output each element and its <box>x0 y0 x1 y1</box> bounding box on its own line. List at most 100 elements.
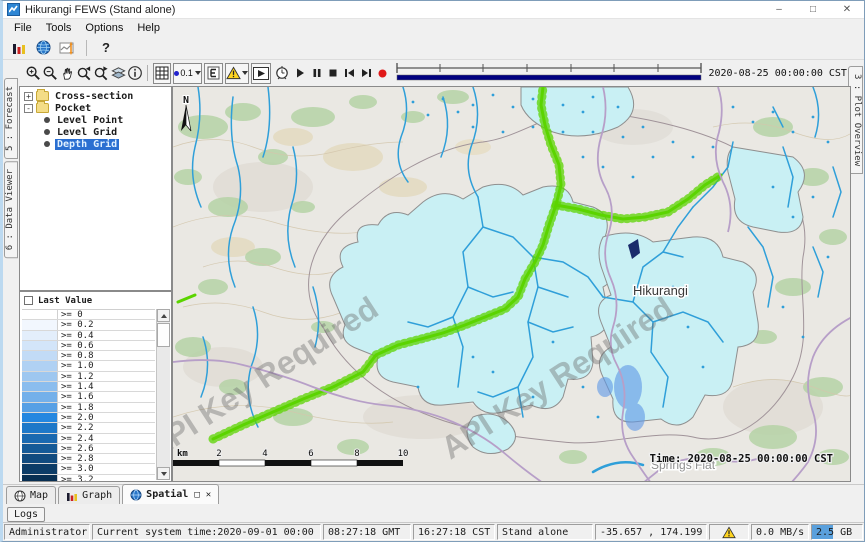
layer-tree-panel: + Cross-section - Pocket Level Point Lev… <box>19 86 172 291</box>
legend-scrollbar[interactable] <box>156 309 170 480</box>
menu-bar: File Tools Options Help <box>3 19 864 36</box>
explorer-barchart-icon[interactable] <box>7 37 31 59</box>
scroll-up-icon[interactable] <box>157 309 170 322</box>
tab-forecast[interactable]: 5 : Forecast <box>4 78 18 159</box>
legend-entry[interactable]: >= 2.0 <box>22 413 155 423</box>
warning-dropdown[interactable] <box>225 63 249 84</box>
menu-file[interactable]: File <box>7 21 39 35</box>
time-slider[interactable] <box>395 62 703 85</box>
tab-close-icon[interactable]: ✕ <box>206 490 211 500</box>
chevron-down-icon <box>242 71 248 75</box>
map-canvas[interactable]: API Key Required API Key Required Hikura… <box>173 87 851 482</box>
tab-spatial[interactable]: Spatial □ ✕ <box>122 484 219 504</box>
legend-entry[interactable]: >= 1.2 <box>22 372 155 382</box>
legend-entry[interactable]: >= 0.4 <box>22 331 155 341</box>
tree-leaf-depth-grid[interactable]: Depth Grid <box>36 138 169 150</box>
scroll-down-icon[interactable] <box>157 467 170 480</box>
movie-player-icon[interactable] <box>251 63 271 84</box>
grid-display-icon[interactable] <box>153 63 172 84</box>
minimize-button[interactable]: – <box>762 1 796 18</box>
layers-icon[interactable] <box>110 63 127 84</box>
app-window: Hikurangi FEWS (Stand alone) – □ ✕ File … <box>0 0 865 542</box>
globe-icon[interactable] <box>31 37 55 59</box>
legend-entry[interactable]: >= 2.4 <box>22 434 155 444</box>
play-button[interactable] <box>292 63 309 84</box>
pan-hand-icon[interactable] <box>59 63 76 84</box>
logs-button[interactable]: Logs <box>7 507 45 522</box>
warning-icon <box>722 526 736 539</box>
zoom-in-icon[interactable] <box>25 63 42 84</box>
status-warning-cell[interactable] <box>709 524 749 540</box>
status-mode: Stand alone <box>497 524 593 540</box>
legend-color-swatch <box>22 372 58 381</box>
legend-header: Last Value <box>20 292 171 307</box>
tab-map[interactable]: Map <box>6 486 56 504</box>
legend-entry[interactable]: >= 3.0 <box>22 464 155 474</box>
spatial-display-icon[interactable] <box>55 37 79 59</box>
legend-color-swatch <box>22 434 58 443</box>
last-value-checkbox[interactable] <box>24 296 33 305</box>
skip-start-button[interactable] <box>341 63 358 84</box>
map-viewport[interactable]: API Key Required API Key Required Hikura… <box>172 86 851 482</box>
legend-entry[interactable]: >= 0.2 <box>22 320 155 330</box>
menu-tools[interactable]: Tools <box>39 21 79 35</box>
tree-leaf-level-point[interactable]: Level Point <box>36 114 169 126</box>
legend-entry[interactable]: >= 1.8 <box>22 403 155 413</box>
barchart-icon <box>66 490 78 502</box>
class-break-dropdown[interactable]: 0.1 <box>173 63 202 84</box>
expand-icon[interactable]: + <box>24 92 33 101</box>
tree-node-pocket[interactable]: - Pocket <box>22 102 169 114</box>
tab-data-viewer[interactable]: 6 : Data Viewer <box>4 161 18 258</box>
legend-color-swatch <box>22 403 58 412</box>
skip-end-button[interactable] <box>358 63 375 84</box>
tab-restore-icon[interactable]: □ <box>194 490 199 500</box>
legend-entry[interactable]: >= 2.8 <box>22 454 155 464</box>
zoom-next-icon[interactable] <box>93 63 110 84</box>
node-bullet-icon <box>44 129 50 135</box>
map-time-label: Time: 2020-08-25 00:00:00 CST <box>650 453 833 465</box>
legend-entry[interactable]: >= 1.4 <box>22 382 155 392</box>
class-break-value: 0.1 <box>180 68 193 78</box>
folder-icon <box>36 103 49 113</box>
collapse-icon[interactable]: - <box>24 104 33 113</box>
zoom-previous-icon[interactable] <box>76 63 93 84</box>
legend-title: Last Value <box>38 296 92 306</box>
pause-button[interactable] <box>308 63 325 84</box>
logs-row: Logs <box>3 504 864 524</box>
stop-button[interactable] <box>325 63 342 84</box>
svg-text:N: N <box>183 95 189 106</box>
legend-color-swatch <box>22 413 58 422</box>
place-label-hikurangi: Hikurangi <box>633 283 688 298</box>
animation-timer-icon[interactable] <box>272 63 292 84</box>
legend-entry[interactable]: >= 2.6 <box>22 444 155 454</box>
legend-entry[interactable]: >= 1.6 <box>22 392 155 402</box>
close-button[interactable]: ✕ <box>830 1 864 18</box>
legend-entry[interactable]: >= 0 <box>22 310 155 320</box>
legend-entry[interactable]: >= 0.6 <box>22 341 155 351</box>
help-button[interactable]: ? <box>94 37 118 59</box>
legend-entry[interactable]: >= 1.0 <box>22 361 155 371</box>
info-icon[interactable] <box>127 63 143 84</box>
legend-color-swatch <box>22 464 58 473</box>
legend-entry[interactable]: >= 2.2 <box>22 423 155 433</box>
svg-text:8: 8 <box>354 449 359 459</box>
tab-graph[interactable]: Graph <box>58 486 120 504</box>
label-tool-icon[interactable] <box>204 63 223 84</box>
menu-options[interactable]: Options <box>78 21 130 35</box>
legend-entry[interactable]: >= 3.2 <box>22 475 155 482</box>
legend-color-swatch <box>22 423 58 432</box>
globe-icon <box>14 490 26 502</box>
legend-entry[interactable]: >= 0.8 <box>22 351 155 361</box>
status-local-time: 16:27:18 CST <box>413 524 495 540</box>
node-bullet-icon <box>44 117 50 123</box>
legend-color-swatch <box>22 331 58 340</box>
maximize-button[interactable]: □ <box>796 1 830 18</box>
scrollbar-thumb[interactable] <box>157 323 170 347</box>
menu-help[interactable]: Help <box>130 21 167 35</box>
tree-leaf-level-grid[interactable]: Level Grid <box>36 126 169 138</box>
legend-color-swatch <box>22 454 58 463</box>
zoom-out-icon[interactable] <box>42 63 59 84</box>
svg-text:4: 4 <box>262 449 267 459</box>
record-button[interactable] <box>375 63 390 84</box>
status-bar: Administrator Current system time:2020-0… <box>3 522 864 541</box>
